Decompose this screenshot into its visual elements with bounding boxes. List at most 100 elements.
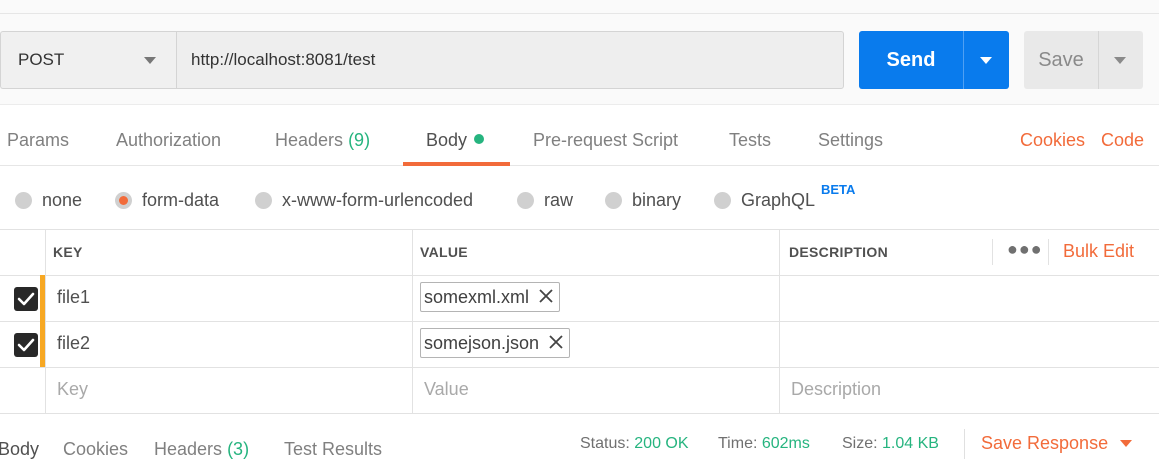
form-data-table: KEY VALUE DESCRIPTION ●●● Bulk Edit file… (0, 229, 1159, 414)
chevron-down-icon (1114, 57, 1126, 64)
value-input[interactable]: Value (424, 379, 469, 400)
radio-circle (714, 192, 731, 209)
top-strip (0, 0, 1159, 14)
radio-circle (517, 192, 534, 209)
row-key[interactable]: file1 (57, 287, 90, 308)
tab-authorization[interactable]: Authorization (116, 130, 221, 151)
divider (0, 367, 1159, 368)
divider (964, 429, 965, 459)
chevron-down-icon (1120, 440, 1133, 447)
chevron-down-icon (144, 57, 156, 64)
radio-circle (255, 192, 272, 209)
tab-tests[interactable]: Tests (729, 130, 771, 151)
cookies-link[interactable]: Cookies (1020, 130, 1085, 151)
code-link[interactable]: Code (1101, 130, 1144, 151)
divider (0, 413, 1159, 414)
radio-raw[interactable]: raw (517, 190, 573, 211)
tab-headers-label: Headers (275, 130, 344, 150)
radio-circle-selected (115, 192, 132, 209)
time-label: Time: (718, 435, 758, 452)
body-type-selector: none form-data x-www-form-urlencoded raw… (0, 176, 1159, 228)
radio-graphql[interactable]: GraphQL (714, 190, 815, 211)
row-marker (40, 275, 45, 321)
radio-form-data[interactable]: form-data (115, 190, 219, 211)
beta-badge: BETA (821, 182, 856, 197)
divider (0, 229, 1159, 230)
chevron-down-icon (980, 57, 992, 64)
row-checkbox[interactable] (14, 333, 38, 357)
radio-circle (15, 192, 32, 209)
radio-label: binary (632, 190, 682, 210)
close-icon[interactable] (539, 287, 553, 308)
active-tab-indicator (403, 162, 510, 166)
tab-body[interactable]: Body (426, 130, 485, 151)
column-header-key: KEY (53, 244, 83, 260)
divider (779, 229, 780, 413)
radio-label: raw (544, 190, 574, 210)
send-button-group: Send (859, 31, 1009, 89)
file-name: somexml.xml (424, 286, 530, 307)
send-button[interactable]: Send (859, 31, 963, 89)
response-tab-headers-label: Headers (154, 439, 223, 459)
divider (992, 239, 993, 265)
radio-binary[interactable]: binary (605, 190, 681, 211)
time-readout: Time: 602ms (718, 435, 810, 453)
response-tab-headers-count: (3) (227, 439, 250, 459)
response-bar: Body Cookies Headers (3) Test Results St… (0, 425, 1159, 465)
status-value: 200 OK (634, 435, 689, 452)
checkmark-icon (17, 338, 35, 352)
tab-pre-request-script[interactable]: Pre-request Script (533, 130, 678, 151)
response-tab-body[interactable]: Body (0, 439, 39, 460)
radio-label: GraphQL (741, 190, 816, 210)
save-response-label: Save Response (981, 433, 1109, 453)
radio-label: form-data (142, 190, 220, 210)
response-tab-cookies[interactable]: Cookies (63, 439, 128, 460)
save-response-button[interactable]: Save Response (981, 433, 1133, 454)
method-select[interactable]: POST (0, 31, 176, 89)
size-value: 1.04 KB (882, 435, 939, 452)
tab-headers[interactable]: Headers (9) (275, 130, 370, 151)
description-input[interactable]: Description (791, 379, 881, 400)
key-input[interactable]: Key (57, 379, 88, 400)
save-options-button[interactable] (1099, 31, 1143, 89)
column-header-description: DESCRIPTION (789, 244, 888, 260)
method-label: POST (18, 50, 65, 69)
radio-circle (605, 192, 622, 209)
divider (0, 321, 1159, 322)
radio-label: x-www-form-urlencoded (282, 190, 474, 210)
save-button-group: Save (1024, 31, 1143, 89)
divider (1048, 239, 1049, 265)
send-options-button[interactable] (964, 31, 1009, 89)
radio-none[interactable]: none (15, 190, 82, 211)
url-input[interactable]: http://localhost:8081/test (176, 31, 844, 89)
size-readout: Size: 1.04 KB (842, 435, 939, 453)
size-label: Size: (842, 435, 878, 452)
tab-body-label: Body (426, 130, 468, 150)
row-checkbox[interactable] (14, 287, 38, 311)
bulk-edit-link[interactable]: Bulk Edit (1063, 241, 1134, 262)
divider (45, 229, 46, 413)
file-chip: somexml.xml (420, 282, 561, 312)
response-tab-test-results[interactable]: Test Results (284, 439, 382, 460)
column-header-value: VALUE (420, 244, 468, 260)
close-icon[interactable] (549, 333, 563, 354)
file-name: somejson.json (424, 332, 540, 353)
response-tab-headers[interactable]: Headers (3) (154, 439, 249, 460)
tab-settings[interactable]: Settings (818, 130, 883, 151)
more-horizontal-icon[interactable]: ●●● (1007, 239, 1043, 260)
save-button[interactable]: Save (1024, 31, 1098, 89)
status-label: Status: (580, 435, 630, 452)
checkmark-icon (17, 292, 35, 306)
divider (412, 229, 413, 413)
radio-x-www-form-urlencoded[interactable]: x-www-form-urlencoded (255, 190, 473, 211)
tab-headers-count: (9) (348, 130, 371, 150)
row-key[interactable]: file2 (57, 333, 90, 354)
green-dot-icon (474, 134, 485, 144)
time-value: 602ms (761, 435, 810, 452)
request-tabs: Params Authorization Headers (9) Body Pr… (0, 118, 1159, 166)
file-chip: somejson.json (420, 328, 571, 358)
divider (0, 275, 1159, 276)
radio-label: none (42, 190, 83, 210)
tab-params[interactable]: Params (7, 130, 69, 151)
row-marker (40, 321, 45, 367)
